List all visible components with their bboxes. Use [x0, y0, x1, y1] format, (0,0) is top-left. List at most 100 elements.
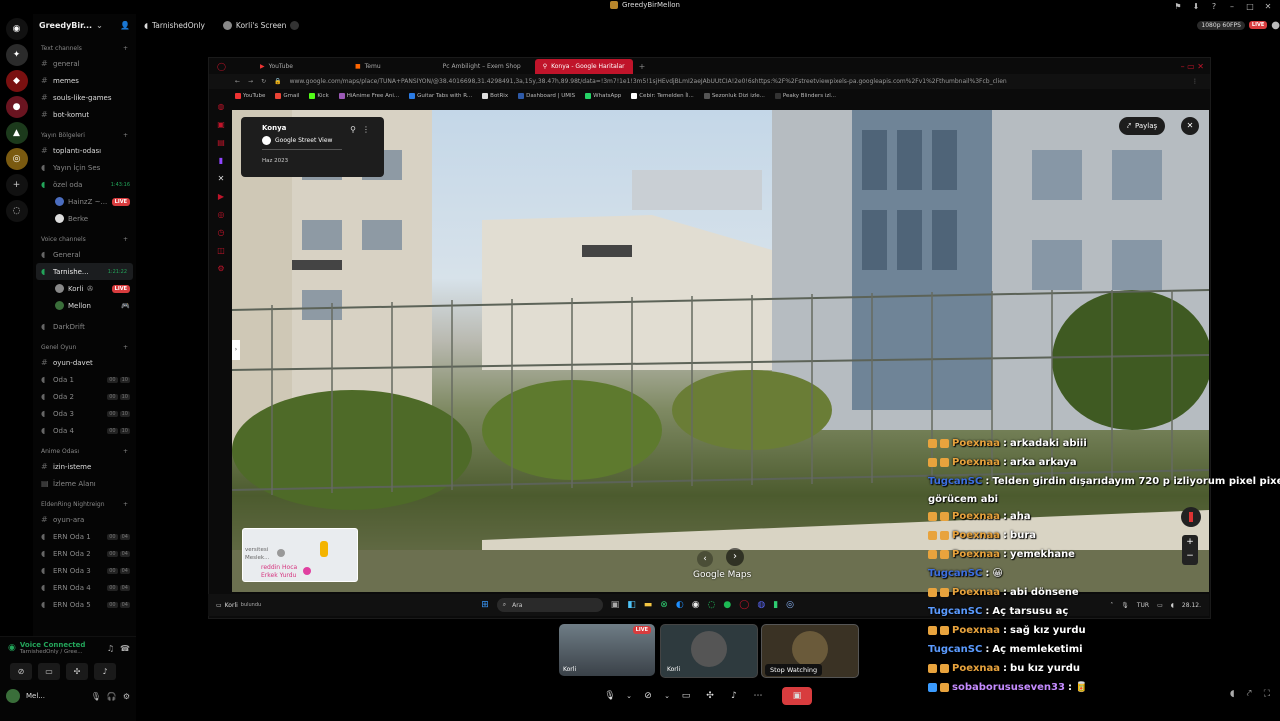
voice-user-mellon[interactable]: Mellon 🎮 — [33, 297, 136, 314]
participant-tile-korli[interactable]: Korli — [660, 624, 758, 678]
steam-icon[interactable]: ◎ — [786, 600, 794, 610]
bookmark-dizi[interactable]: Sezonluk Dizi izle... — [703, 93, 765, 99]
spotify-icon[interactable]: ● — [723, 600, 731, 610]
tab-youtube[interactable]: ▶ YouTube — [252, 59, 301, 74]
channel-oyun-ara[interactable]: # oyun-ara — [33, 511, 136, 528]
discord-taskbar-icon[interactable]: ◍ — [757, 600, 765, 610]
voice-status[interactable]: Voice Connected — [20, 641, 86, 649]
channel-izleme[interactable]: ▤ İzleme Alanı — [33, 475, 136, 492]
share-button[interactable]: ⤤ Paylaş — [1119, 117, 1166, 135]
channel-souls[interactable]: # souls-like-games — [33, 89, 136, 106]
mute-button[interactable]: 🎙 — [600, 687, 620, 705]
sidebar-icon[interactable]: ◍ — [215, 98, 227, 116]
channel-crumb[interactable]: ◖ TarnishedOnly — [144, 21, 205, 30]
app-icon[interactable]: ▮ — [773, 600, 778, 610]
category-anime[interactable]: Anime Odası + — [41, 448, 136, 455]
mini-map[interactable]: versitesi Meslek... reddin Hoca Erkek Yu… — [242, 528, 358, 582]
channel-yayin[interactable]: ◖ Yayın İçin Ses — [33, 159, 136, 176]
voice-user[interactable]: HainzZ ~... LIVE — [33, 193, 136, 210]
channel-memes[interactable]: # memes — [33, 72, 136, 89]
category-elden[interactable]: EldenRing Nightreign + — [41, 501, 136, 508]
more-vertical-icon[interactable]: ⋮ — [362, 125, 370, 134]
bookmark-youtube[interactable]: YouTube — [235, 93, 265, 99]
category-game[interactable]: Genel Oyun + — [41, 344, 136, 351]
soundboard-button[interactable]: ♪ — [94, 663, 116, 680]
participant-tile-stream[interactable]: LIVE Korli — [559, 624, 655, 676]
close-window-button[interactable]: ✕ — [1262, 1, 1274, 13]
add-server-icon[interactable]: + — [5, 174, 28, 196]
bookmark-whatsapp[interactable]: WhatsApp — [585, 93, 621, 99]
activities-button[interactable]: ✣ — [66, 663, 88, 680]
more-options-button[interactable]: ⋯ — [748, 687, 768, 705]
capture-date[interactable]: Haz 2023 — [241, 150, 384, 164]
channel-bot[interactable]: # bot-komut — [33, 106, 136, 123]
windows-start-icon[interactable]: ⊞ — [481, 600, 489, 610]
add-channel-icon[interactable]: + — [123, 448, 128, 455]
maximize-button[interactable]: □ — [1244, 1, 1256, 13]
screen-share-button[interactable]: ▭ — [38, 663, 60, 680]
url-input[interactable]: www.google.com/maps/place/TUNA+PANSİYON/… — [290, 78, 1060, 85]
video-off-button[interactable]: ⊘ — [10, 663, 32, 680]
whatsapp-icon[interactable]: ◌ — [708, 600, 716, 610]
twitch-icon[interactable]: ▮ — [215, 152, 227, 170]
popout-icon[interactable]: ⤤ — [1247, 689, 1252, 699]
window-controls-icon[interactable]: – ▭ ✕ — [1181, 62, 1204, 71]
voice-channel-path[interactable]: TarnishedOnly / Gree... — [20, 649, 86, 655]
minimize-button[interactable]: – — [1226, 1, 1238, 13]
opera-icon[interactable]: ◯ — [217, 62, 226, 71]
fullscreen-icon[interactable]: ⛶ — [1264, 689, 1270, 699]
channel-oda-3[interactable]: ◖ Oda 3 00 10 — [33, 405, 136, 422]
server-icon-1[interactable]: ✦ — [5, 44, 28, 66]
channel-izin[interactable]: # izin-isteme — [33, 458, 136, 475]
add-channel-icon[interactable]: + — [123, 501, 128, 508]
forward-icon[interactable]: → — [248, 78, 253, 85]
category-voice[interactable]: Voice channels + — [41, 236, 136, 243]
channel-ern-1[interactable]: ◖ ERN Oda 1 00 04 — [33, 528, 136, 545]
extensions-icon[interactable]: ⋮ — [1192, 78, 1202, 85]
chat-bubble-icon[interactable]: ● — [1271, 20, 1280, 31]
channel-tarnished[interactable]: ◖ Tarnishe... 1:21:22 — [36, 263, 133, 280]
microphone-icon[interactable]: 🎙 — [91, 692, 101, 701]
chrome-icon[interactable]: ◉ — [692, 600, 700, 610]
back-icon[interactable]: ← — [235, 78, 240, 85]
sidebar-icon[interactable]: ▤ — [215, 134, 227, 152]
pan-right-button[interactable]: › — [726, 548, 744, 566]
bookmark-guitar[interactable]: Guitar Tabs with R... — [409, 93, 472, 99]
sidebar-icon[interactable]: ◷ — [215, 224, 227, 242]
channel-oyun-davet[interactable]: # oyun-davet — [33, 354, 136, 371]
help-icon[interactable]: ? — [1208, 1, 1220, 13]
sidebar-icon[interactable]: ▣ — [215, 116, 227, 134]
voice-user-korli[interactable]: Korli ✇ LIVE — [33, 280, 136, 297]
taskbar-search[interactable]: ⌕ Ara — [496, 598, 603, 612]
sidebar-icon[interactable]: ◎ — [215, 206, 227, 224]
noise-icon[interactable]: ♫ — [107, 644, 114, 653]
channel-toplanti[interactable]: # toplantı-odası — [33, 142, 136, 159]
bookmark-gmail[interactable]: Gmail — [275, 93, 299, 99]
add-channel-icon[interactable]: + — [123, 132, 128, 139]
pan-left-button[interactable]: ‹ — [697, 551, 713, 567]
download-icon[interactable]: ⬇ — [1190, 1, 1202, 13]
bookmark-cebir[interactable]: Cebir: Temelden İl... — [631, 93, 694, 99]
disconnect-icon[interactable]: ☎ — [120, 644, 130, 653]
sidebar-icon[interactable]: ▶ — [215, 188, 227, 206]
tab-exem[interactable]: Pc Ambilight – Exem Shop — [435, 59, 529, 74]
tab-google-maps[interactable]: ⚲ Konya - Google Haritalar — [534, 58, 633, 74]
server-header[interactable]: GreedyBir... ⌄ 👤 — [33, 14, 136, 36]
bookmark-umis[interactable]: Dashboard | UMIS — [518, 93, 575, 99]
task-view-icon[interactable]: ▣ — [611, 600, 620, 610]
category-text[interactable]: Text channels + — [41, 45, 136, 52]
add-channel-icon[interactable]: + — [123, 236, 128, 243]
channel-ozel[interactable]: ◖ özel oda 1:43:16 — [33, 176, 136, 193]
sidebar-icon[interactable]: ◫ — [215, 242, 227, 260]
voice-user[interactable]: Berke — [33, 210, 136, 227]
channel-ern-2[interactable]: ◖ ERN Oda 2 00 04 — [33, 545, 136, 562]
category-stage[interactable]: Yayın Bölgeleri + — [41, 132, 136, 139]
opera-taskbar-icon[interactable]: ◯ — [739, 600, 749, 610]
server-icon-5[interactable]: ◎ — [5, 148, 28, 170]
expand-panel-button[interactable]: › — [232, 340, 240, 360]
channel-oda-1[interactable]: ◖ Oda 1 00 10 — [33, 371, 136, 388]
server-icon-2[interactable]: ◆ — [5, 70, 28, 92]
pegman-icon[interactable] — [320, 541, 328, 557]
discover-icon[interactable]: ◌ — [5, 200, 28, 222]
chevron-down-icon[interactable]: ⌄ — [662, 687, 672, 705]
